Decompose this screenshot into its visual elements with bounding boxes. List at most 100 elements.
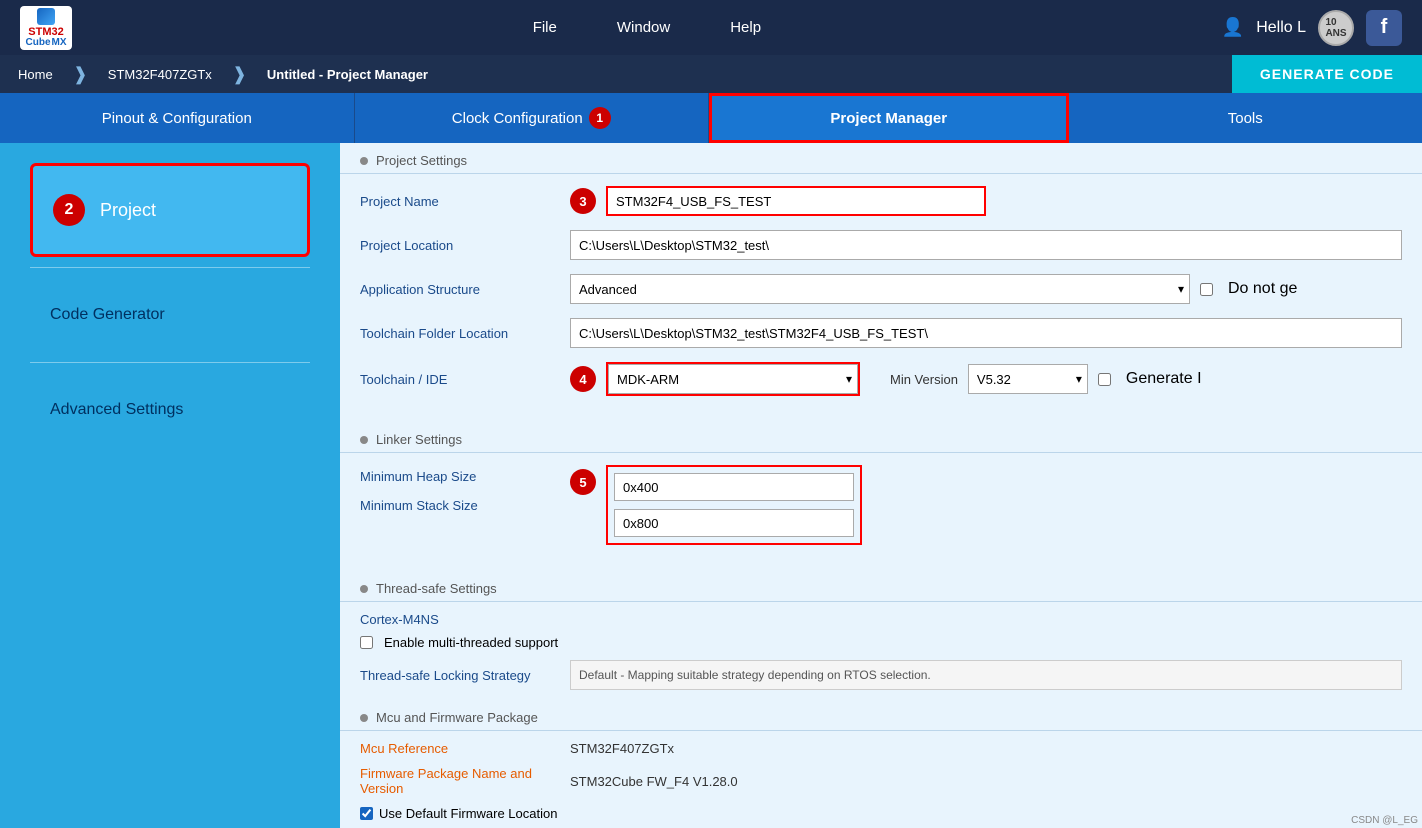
tab-pinout[interactable]: Pinout & Configuration (0, 93, 355, 143)
linker-settings-form: Minimum Heap Size Minimum Stack Size 5 (340, 453, 1422, 571)
logo-mx-text: MX (52, 38, 67, 48)
project-name-input[interactable] (606, 186, 986, 216)
logo-stm-text: STM32 (28, 27, 63, 38)
toolchain-folder-input[interactable] (570, 318, 1402, 348)
window-menu[interactable]: Window (617, 19, 670, 36)
cube-icon (37, 8, 55, 25)
locking-strategy-input[interactable] (570, 660, 1402, 690)
tab-clock[interactable]: Clock Configuration 1 (355, 93, 710, 143)
min-heap-input[interactable] (614, 473, 854, 501)
sidebar-codegen-label: Code Generator (50, 306, 165, 324)
linker-settings-label: Linker Settings (376, 432, 462, 447)
project-settings-label: Project Settings (376, 153, 467, 168)
logo-area: STM32 Cube MX (20, 6, 72, 50)
top-menu-bar: STM32 Cube MX File Window Help 👤 Hello L… (0, 0, 1422, 55)
menu-items: File Window Help (533, 19, 761, 36)
project-location-input[interactable] (570, 230, 1402, 260)
tab-tools[interactable]: Tools (1069, 93, 1422, 143)
sidebar-project-label: Project (100, 200, 156, 221)
project-settings-form: Project Name 3 Project Location Applicat… (340, 174, 1422, 422)
linker-badge: 5 (570, 469, 596, 495)
toolchain-ide-row: Toolchain / IDE 4 MDK-ARM Min Version V5… (360, 362, 1402, 396)
linker-row: Minimum Heap Size Minimum Stack Size 5 (360, 465, 1402, 545)
app-structure-select-wrapper: Advanced (570, 274, 1190, 304)
firmware-row: Firmware Package Name and Version STM32C… (360, 766, 1402, 796)
project-location-label: Project Location (360, 238, 560, 253)
cortex-label: Cortex-M4NS (360, 612, 1402, 627)
toolchain-ide-label: Toolchain / IDE (360, 372, 560, 387)
tab-bar: Pinout & Configuration Clock Configurati… (0, 93, 1422, 143)
do-not-gen-label: Do not ge (1228, 280, 1297, 298)
min-heap-label: Minimum Heap Size (360, 469, 560, 484)
logo-cube-text: Cube (26, 38, 51, 48)
mcu-ref-value: STM32F407ZGTx (570, 741, 674, 756)
project-name-row: Project Name 3 (360, 186, 1402, 216)
user-icon: 👤 (1222, 17, 1244, 38)
sidebar-advanced-label: Advanced Settings (50, 401, 183, 419)
firmware-label: Firmware Package Name and Version (360, 766, 560, 796)
app-structure-row: Application Structure Advanced Do not ge (360, 274, 1402, 304)
min-stack-label: Minimum Stack Size (360, 498, 560, 513)
main-content: 2 Project Code Generator Advanced Settin… (0, 143, 1422, 828)
content-area: Project Settings Project Name 3 Project … (340, 143, 1422, 828)
locking-row: Thread-safe Locking Strategy (360, 660, 1402, 690)
mcu-package-label: Mcu and Firmware Package (376, 710, 538, 725)
toolchain-folder-row: Toolchain Folder Location (360, 318, 1402, 348)
use-default-checkbox[interactable] (360, 807, 373, 820)
tab-pinout-label: Pinout & Configuration (102, 110, 252, 127)
project-name-badge: 3 (570, 188, 596, 214)
app-structure-label: Application Structure (360, 282, 560, 297)
tab-project-label: Project Manager (830, 110, 947, 127)
help-menu[interactable]: Help (730, 19, 761, 36)
tab-tools-label: Tools (1228, 110, 1263, 127)
breadcrumb-arrow-2: ❱ (232, 64, 247, 85)
min-stack-input[interactable] (614, 509, 854, 537)
anniversary-badge: 10ANS (1318, 10, 1354, 46)
breadcrumb-arrow-1: ❱ (73, 64, 88, 85)
sidebar-item-project[interactable]: 2 Project (30, 163, 310, 257)
min-version-label: Min Version (890, 372, 958, 387)
file-menu[interactable]: File (533, 19, 557, 36)
sidebar: 2 Project Code Generator Advanced Settin… (0, 143, 340, 828)
generate-code-button[interactable]: GENERATE CODE (1232, 55, 1422, 93)
sidebar-item-advanced[interactable]: Advanced Settings (30, 373, 310, 447)
tab-clock-badge: 1 (589, 107, 611, 129)
generate-checkbox[interactable] (1098, 373, 1111, 386)
user-label: Hello L (1256, 19, 1306, 37)
generate-label: Generate I (1126, 370, 1202, 388)
thread-settings-label: Thread-safe Settings (376, 581, 497, 596)
project-location-row: Project Location (360, 230, 1402, 260)
thread-settings-header: Thread-safe Settings (340, 571, 1422, 602)
enable-thread-checkbox[interactable] (360, 636, 373, 649)
project-badge: 2 (53, 194, 85, 226)
toolchain-select-wrapper: MDK-ARM (608, 364, 858, 394)
footer-credit: CSDN @L_EG (1347, 813, 1422, 828)
sidebar-divider-2 (30, 362, 310, 363)
firmware-value: STM32Cube FW_F4 V1.28.0 (570, 774, 738, 789)
mcu-package-form: Mcu Reference STM32F407ZGTx Firmware Pac… (340, 731, 1422, 828)
tab-project-manager[interactable]: Project Manager (709, 93, 1069, 143)
locking-strategy-label: Thread-safe Locking Strategy (360, 668, 560, 683)
linker-labels: Minimum Heap Size Minimum Stack Size (360, 465, 560, 513)
linker-inputs (606, 465, 862, 545)
enable-thread-row: Enable multi-threaded support (360, 635, 1402, 650)
project-settings-header: Project Settings (340, 143, 1422, 174)
min-version-select-wrapper: V5.32 (968, 364, 1088, 394)
breadcrumb-home[interactable]: Home (0, 55, 71, 93)
do-not-gen-checkbox[interactable] (1200, 283, 1213, 296)
min-version-select[interactable]: V5.32 (968, 364, 1088, 394)
toolchain-folder-label: Toolchain Folder Location (360, 326, 560, 341)
breadcrumb: Home ❱ STM32F407ZGTx ❱ Untitled - Projec… (0, 55, 1422, 93)
breadcrumb-project[interactable]: Untitled - Project Manager (249, 55, 446, 93)
toolchain-badge: 4 (570, 366, 596, 392)
sidebar-item-codegen[interactable]: Code Generator (30, 278, 310, 352)
mcu-ref-label: Mcu Reference (360, 741, 560, 756)
app-logo: STM32 Cube MX (20, 6, 72, 50)
app-structure-select[interactable]: Advanced (570, 274, 1190, 304)
project-name-label: Project Name (360, 194, 560, 209)
tab-clock-label: Clock Configuration (452, 110, 583, 127)
linker-settings-header: Linker Settings (340, 422, 1422, 453)
breadcrumb-device[interactable]: STM32F407ZGTx (90, 55, 230, 93)
use-default-row: Use Default Firmware Location (360, 806, 1402, 821)
toolchain-select[interactable]: MDK-ARM (608, 364, 858, 394)
